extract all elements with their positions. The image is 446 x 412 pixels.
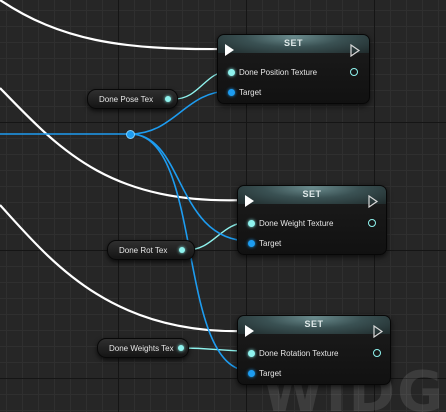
- target-pin-row[interactable]: Target: [248, 367, 281, 379]
- target-pin[interactable]: [228, 88, 235, 96]
- node-title: SET: [238, 186, 386, 204]
- texture-output-pin[interactable]: [350, 68, 358, 76]
- exec-output-pin[interactable]: [368, 195, 379, 208]
- texture-pin[interactable]: [248, 349, 255, 357]
- texture-pin[interactable]: [248, 219, 255, 227]
- target-wire-2: [129, 133, 251, 242]
- variable-label: Done Pose Tex: [99, 94, 154, 104]
- target-pin-label: Target: [259, 368, 282, 378]
- target-pin-row[interactable]: Target: [248, 237, 281, 249]
- exec-output-pin[interactable]: [373, 325, 384, 338]
- variable-output-pin[interactable]: [178, 345, 184, 351]
- set-node-weight[interactable]: SET Done Weight Texture Target: [237, 185, 387, 255]
- input-pin-label: Done Position Texture: [239, 67, 318, 77]
- target-pin-label: Target: [239, 87, 262, 97]
- exec-input-pin[interactable]: [245, 325, 254, 337]
- input-pin-row[interactable]: Done Position Texture: [228, 66, 317, 78]
- target-pin[interactable]: [248, 239, 255, 247]
- exec-input-pin[interactable]: [225, 44, 234, 56]
- input-pin-label: Done Weight Texture: [259, 218, 334, 228]
- target-pin[interactable]: [248, 369, 255, 377]
- variable-node-done-pose-tex[interactable]: Done Pose Tex: [87, 89, 178, 109]
- blueprint-graph-canvas[interactable]: WIDGET SET Done Position Texture Target …: [0, 0, 446, 412]
- target-pin-label: Target: [259, 238, 282, 248]
- input-pin-row[interactable]: Done Weight Texture: [248, 217, 333, 229]
- node-title: SET: [238, 316, 390, 334]
- set-node-position[interactable]: SET Done Position Texture Target: [217, 34, 370, 104]
- variable-node-done-weights-tex[interactable]: Done Weights Tex: [97, 338, 189, 358]
- target-pin-row[interactable]: Target: [228, 86, 261, 98]
- texture-output-pin[interactable]: [373, 349, 381, 357]
- exec-input-pin[interactable]: [245, 195, 254, 207]
- variable-label: Done Weights Tex: [109, 343, 174, 353]
- variable-output-pin[interactable]: [165, 96, 171, 102]
- exec-wire-1: [0, 0, 225, 51]
- input-pin-row[interactable]: Done Rotation Texture: [248, 347, 338, 359]
- set-node-rotation[interactable]: SET Done Rotation Texture Target: [237, 315, 391, 385]
- variable-label: Done Rot Tex: [119, 245, 168, 255]
- texture-pin[interactable]: [228, 68, 235, 76]
- exec-wire-3: [0, 204, 247, 333]
- node-title: SET: [218, 35, 369, 53]
- input-pin-label: Done Rotation Texture: [259, 348, 339, 358]
- texture-output-pin[interactable]: [368, 219, 376, 227]
- reroute-node[interactable]: [126, 130, 135, 139]
- exec-output-pin[interactable]: [350, 44, 361, 57]
- variable-node-done-rot-tex[interactable]: Done Rot Tex: [107, 240, 195, 260]
- variable-output-pin[interactable]: [179, 247, 185, 253]
